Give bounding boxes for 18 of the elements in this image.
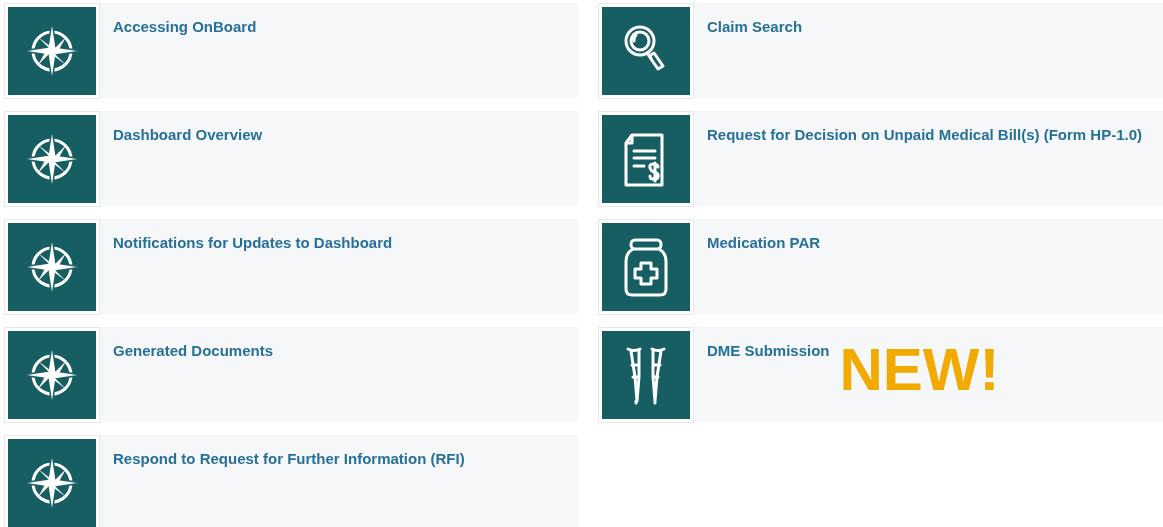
topic-card[interactable]: Dashboard Overview (4, 111, 578, 206)
topic-card[interactable]: Notifications for Updates to Dashboard (4, 219, 578, 314)
new-label: NEW! (839, 340, 1000, 400)
topic-title: Accessing OnBoard (113, 18, 257, 37)
topic-title: Claim Search (707, 18, 803, 37)
topic-title: Generated Documents (113, 342, 274, 361)
topic-card[interactable]: Respond to Request for Further Information (RFI) (4, 435, 578, 527)
topic-card[interactable]: Medication PAR (598, 219, 1163, 314)
topic-title: Respond to Request for Further Information (RFI) (113, 450, 465, 469)
topic-title: DME Submission (707, 342, 830, 361)
topic-title: Request for Decision on Unpaid Medical Bill(s) (Form HP-1.0) (707, 126, 1143, 145)
topic-card[interactable]: Accessing OnBoard (4, 3, 578, 98)
topic-card[interactable]: Generated Documents (4, 327, 578, 422)
topic-title: Medication PAR (707, 234, 821, 253)
topic-card[interactable]: Claim Search (598, 3, 1163, 98)
topic-title: Dashboard Overview (113, 126, 263, 145)
topic-card[interactable]: Request for Decision on Unpaid Medical Bill(s) (Form HP-1.0) (598, 111, 1163, 206)
topic-title: Notifications for Updates to Dashboard (113, 234, 393, 253)
